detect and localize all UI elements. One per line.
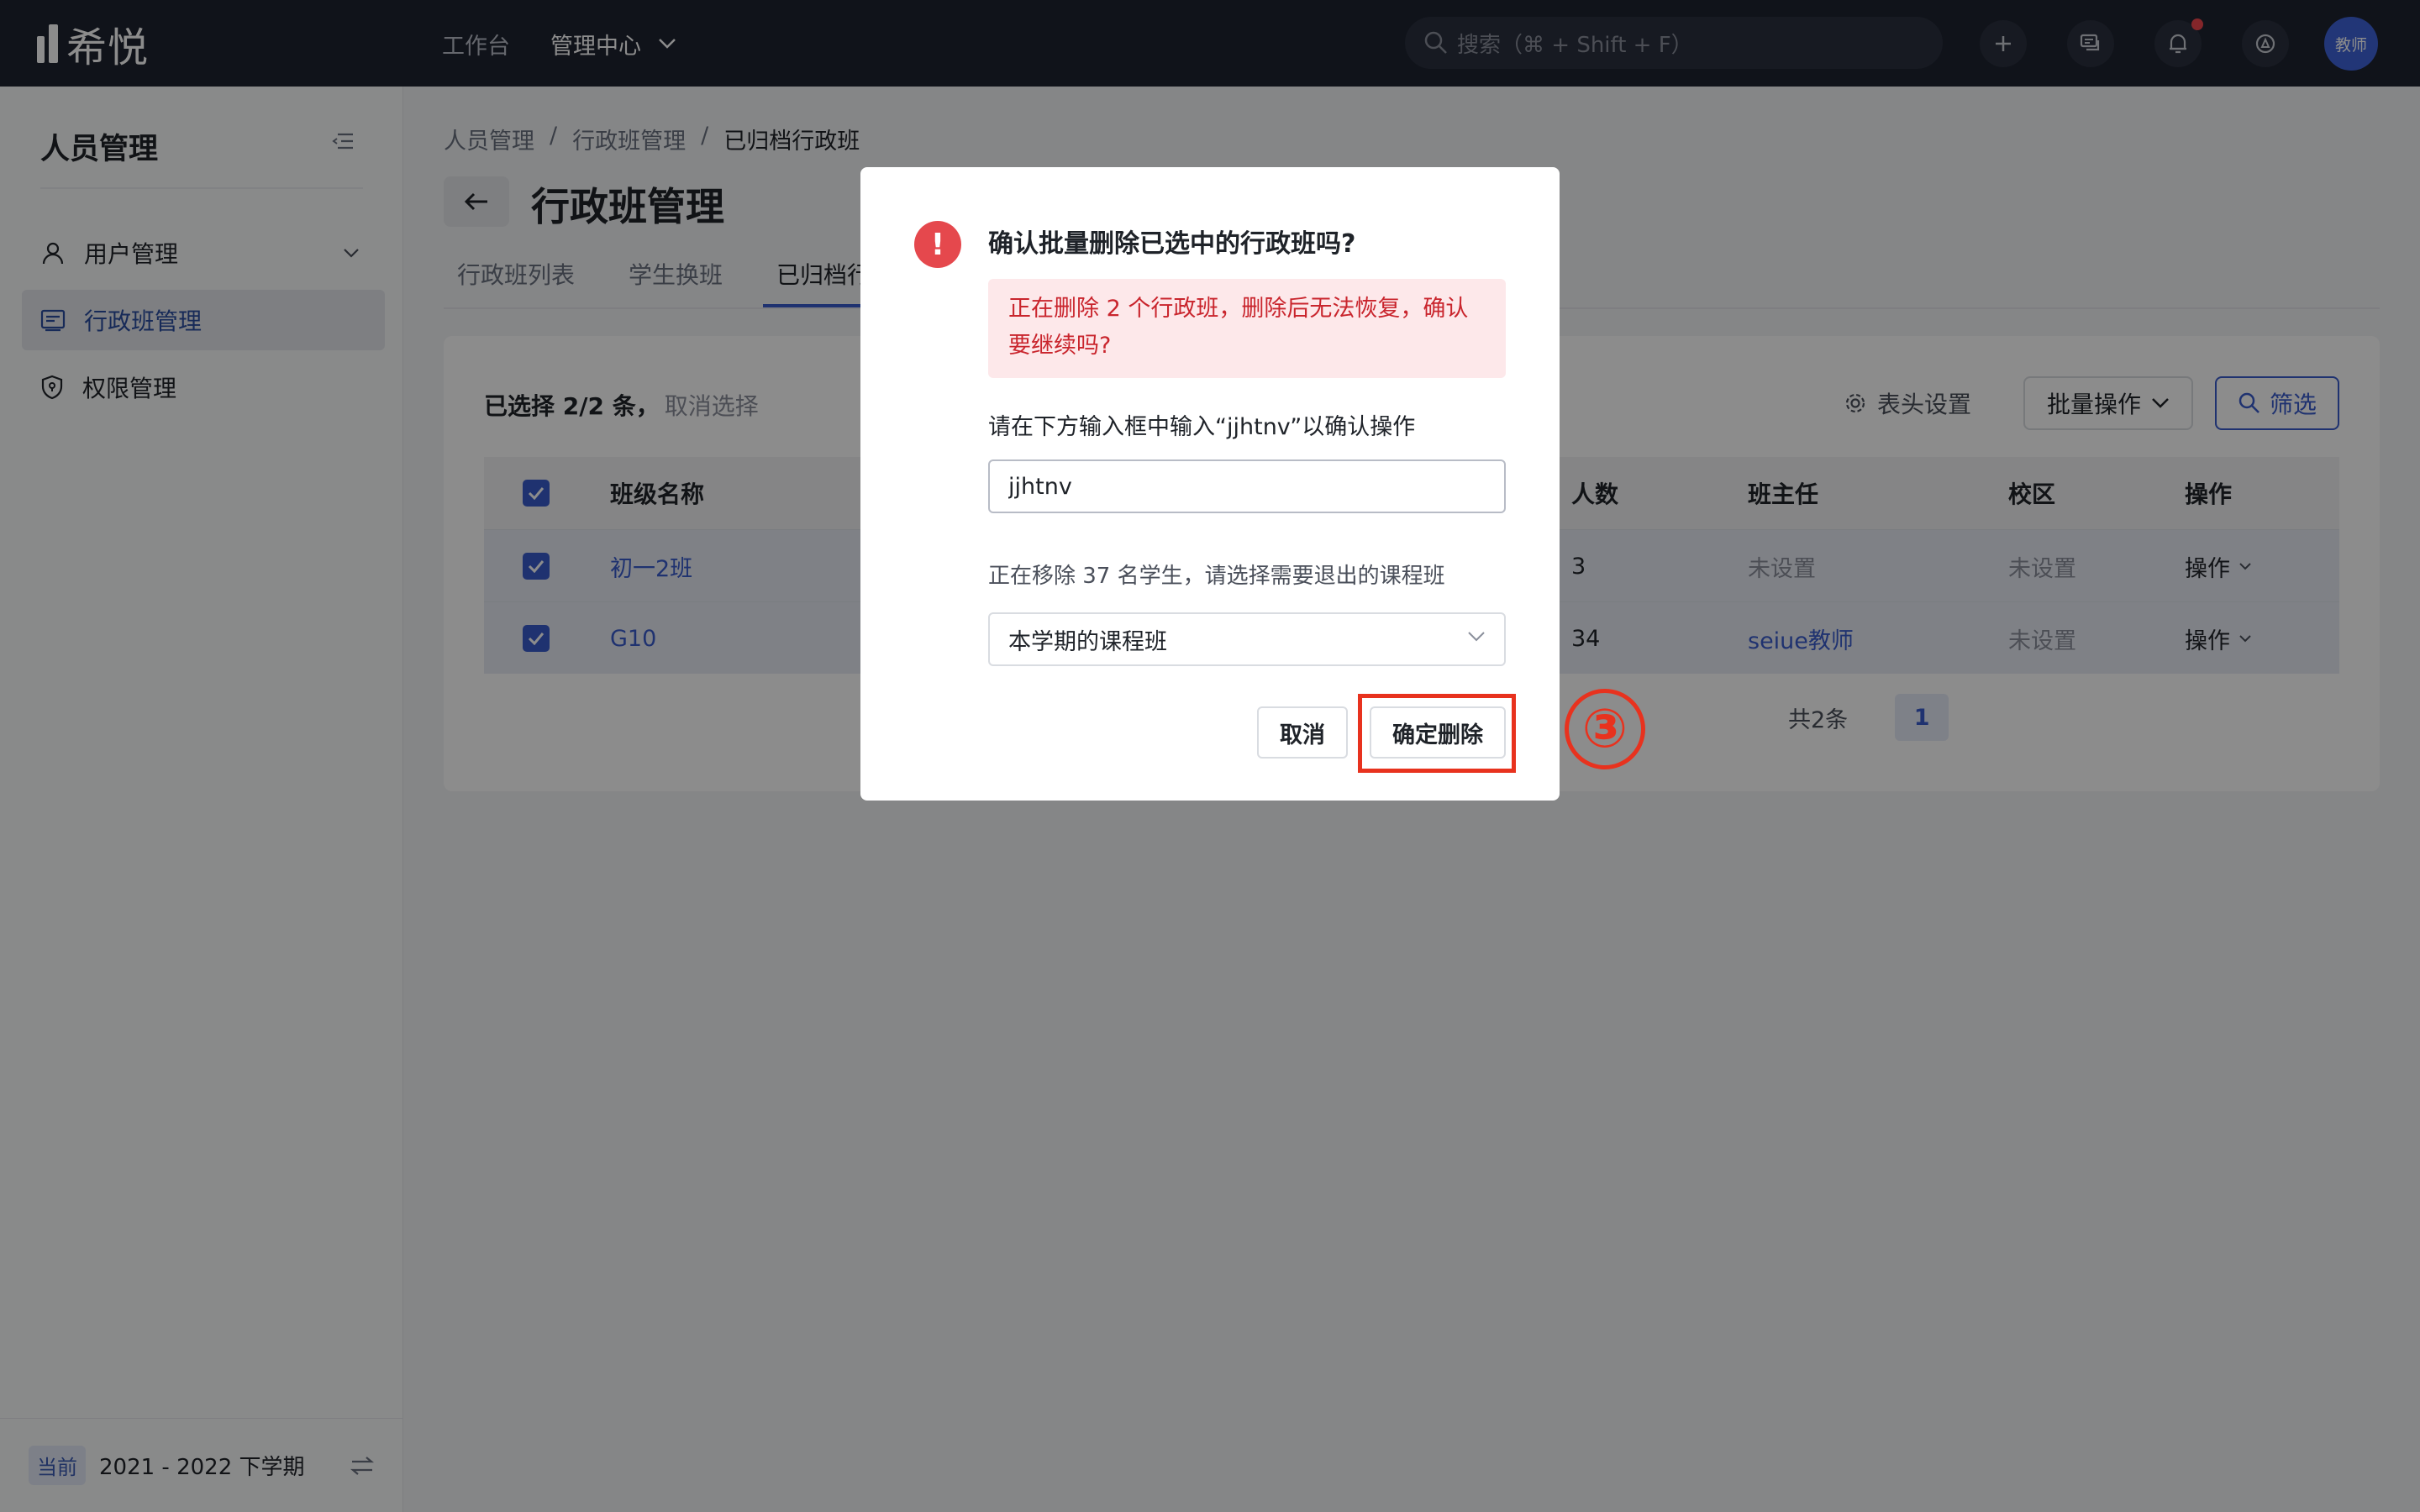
annotation-highlight-box xyxy=(1358,694,1516,773)
cancel-button[interactable]: 取消 xyxy=(1257,706,1348,759)
remove-students-text: 正在移除 37 名学生，请选择需要退出的课程班 xyxy=(988,564,1445,589)
confirm-hint: 请在下方输入框中输入“jjhtnv”以确认操作 xyxy=(988,414,1416,440)
danger-alert: 正在删除 2 个行政班，删除后无法恢复，确认要继续吗? xyxy=(988,279,1506,378)
confirm-code-input[interactable] xyxy=(988,459,1506,513)
course-class-select-value: 本学期的课程班 xyxy=(1008,628,1167,655)
dialog-title: 确认批量删除已选中的行政班吗? xyxy=(988,229,1356,259)
course-class-select[interactable]: 本学期的课程班 xyxy=(988,612,1506,666)
annotation-step-number: ③ xyxy=(1565,689,1645,769)
warning-icon: ! xyxy=(914,221,961,268)
chevron-down-icon xyxy=(1468,632,1485,642)
